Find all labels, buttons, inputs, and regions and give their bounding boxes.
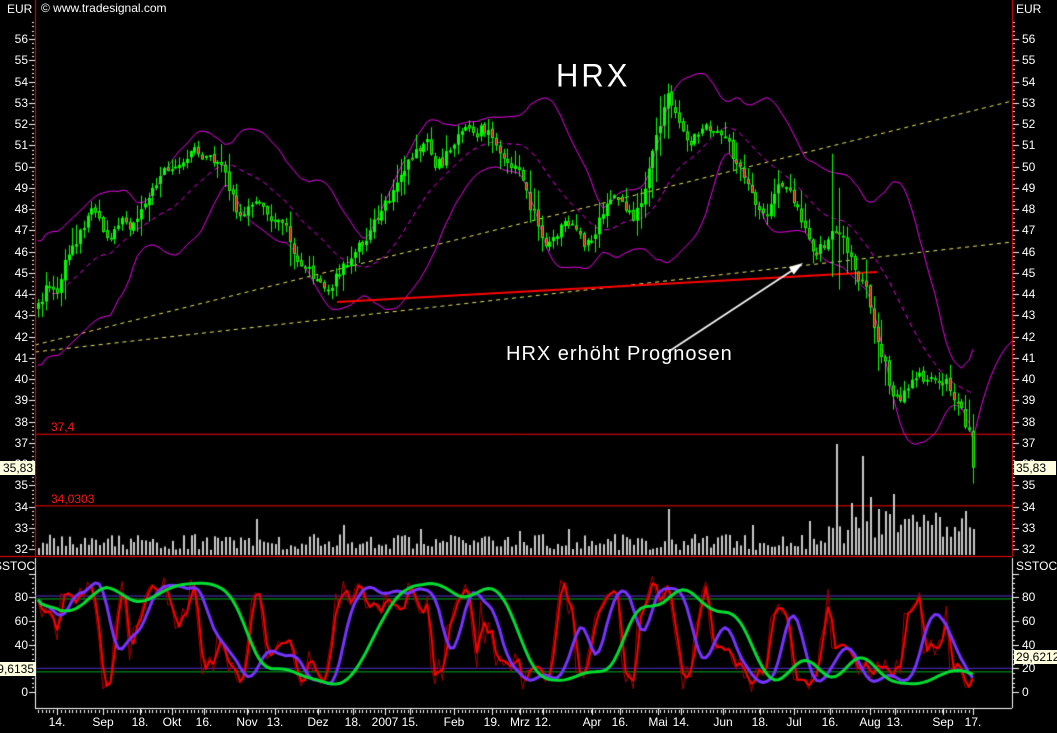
left-axis-currency-label: EUR [7, 3, 32, 16]
price-tick-left: 42 [0, 331, 28, 343]
price-tick-left: 52 [0, 118, 28, 130]
price-tick-right: 43 [1022, 309, 1035, 321]
price-tick-left: 49 [0, 182, 28, 194]
price-tick-right: 54 [1022, 76, 1035, 88]
chart-title: HRX [556, 57, 630, 95]
price-tick-left: 53 [0, 97, 28, 109]
date-tick-label: Nov [236, 716, 257, 728]
price-tick-left: 39 [0, 394, 28, 406]
stoch-tick-right: 60 [1022, 615, 1035, 627]
price-tick-left: 48 [0, 203, 28, 215]
price-chart-canvas[interactable] [0, 0, 1057, 733]
date-tick-label: 18. [132, 716, 149, 728]
tradesignal-copyright-label: © www.tradesignal.com [41, 2, 167, 15]
price-tick-right: 34 [1022, 501, 1035, 513]
last-price-tag-right: 35,83 [1014, 461, 1056, 475]
price-tick-right: 35 [1022, 479, 1035, 491]
date-tick-label: Mrz [510, 716, 530, 728]
date-tick-label: 13. [887, 716, 904, 728]
price-tick-left: 33 [0, 522, 28, 534]
price-tick-right: 52 [1022, 118, 1035, 130]
price-tick-right: 51 [1022, 139, 1035, 151]
date-tick-label: Aug [859, 716, 880, 728]
date-tick-label: 15. [402, 716, 419, 728]
date-tick-label: Sep [932, 716, 953, 728]
price-tick-left: 37 [0, 437, 28, 449]
stoch-panel-label-right: SSTOC [1016, 560, 1057, 573]
right-axis-currency-label: EUR [1016, 3, 1041, 16]
price-tick-left: 38 [0, 416, 28, 428]
stoch-tick-left: 80 [0, 591, 28, 603]
stoch-value-tag-left: 9,6135 [0, 662, 36, 676]
price-tick-left: 41 [0, 352, 28, 364]
price-tick-right: 39 [1022, 394, 1035, 406]
price-tick-right: 33 [1022, 522, 1035, 534]
price-tick-left: 34 [0, 501, 28, 513]
hline-label-34-0303[interactable]: 34,0303 [51, 493, 94, 505]
date-tick-label: 18. [345, 716, 362, 728]
date-tick-label: 16. [196, 716, 213, 728]
date-tick-label: Dez [307, 716, 328, 728]
date-tick-label: Jun [713, 716, 732, 728]
stoch-tick-right: 0 [1022, 686, 1029, 698]
date-tick-label: Sep [92, 716, 113, 728]
price-tick-right: 56 [1022, 33, 1035, 45]
price-tick-right: 40 [1022, 373, 1035, 385]
date-tick-label: 2007 [372, 716, 399, 728]
date-tick-label: 16. [822, 716, 839, 728]
last-price-tag-left: 35,83 [0, 461, 35, 475]
price-tick-left: 50 [0, 161, 28, 173]
date-tick-label: Mai [648, 716, 667, 728]
date-tick-label: 18. [752, 716, 769, 728]
price-tick-right: 45 [1022, 267, 1035, 279]
date-tick-label: 19. [484, 716, 501, 728]
price-tick-right: 44 [1022, 288, 1035, 300]
price-tick-left: 54 [0, 76, 28, 88]
date-tick-label: 12. [535, 716, 552, 728]
stoch-tick-left: 40 [0, 639, 28, 651]
price-tick-left: 47 [0, 224, 28, 236]
date-tick-label: 14. [673, 716, 690, 728]
tradesignal-chart-window: EUR EUR © www.tradesignal.com HRX HRX er… [0, 0, 1057, 733]
price-tick-left: 40 [0, 373, 28, 385]
price-tick-left: 46 [0, 246, 28, 258]
price-tick-right: 48 [1022, 203, 1035, 215]
stoch-tick-left: 60 [0, 615, 28, 627]
price-tick-right: 32 [1022, 543, 1035, 555]
price-tick-right: 38 [1022, 416, 1035, 428]
price-tick-left: 44 [0, 288, 28, 300]
price-tick-left: 56 [0, 33, 28, 45]
annotation-text[interactable]: HRX erhöht Prognosen [506, 343, 733, 366]
price-tick-right: 49 [1022, 182, 1035, 194]
price-tick-right: 46 [1022, 246, 1035, 258]
hline-label-37-4[interactable]: 37,4 [51, 421, 74, 433]
price-tick-left: 51 [0, 139, 28, 151]
price-tick-right: 53 [1022, 97, 1035, 109]
date-tick-label: 16. [612, 716, 629, 728]
stoch-panel-label-left: SSTOC [0, 560, 35, 573]
date-tick-label: Okt [163, 716, 182, 728]
price-tick-left: 55 [0, 54, 28, 66]
date-tick-label: 17. [965, 716, 982, 728]
date-tick-label: Jul [786, 716, 801, 728]
date-tick-label: Feb [444, 716, 465, 728]
price-tick-right: 37 [1022, 437, 1035, 449]
price-tick-left: 45 [0, 267, 28, 279]
date-tick-label: 14. [49, 716, 66, 728]
date-tick-label: Apr [583, 716, 602, 728]
stoch-tick-left: 0 [0, 686, 28, 698]
price-tick-right: 41 [1022, 352, 1035, 364]
stoch-value-tag-right: 29,6212 [1014, 650, 1057, 664]
price-tick-right: 50 [1022, 161, 1035, 173]
price-tick-right: 55 [1022, 54, 1035, 66]
stoch-tick-right: 80 [1022, 591, 1035, 603]
price-tick-right: 42 [1022, 331, 1035, 343]
price-tick-right: 47 [1022, 224, 1035, 236]
date-tick-label: 13. [267, 716, 284, 728]
price-tick-left: 43 [0, 309, 28, 321]
price-tick-left: 35 [0, 479, 28, 491]
price-tick-left: 32 [0, 543, 28, 555]
